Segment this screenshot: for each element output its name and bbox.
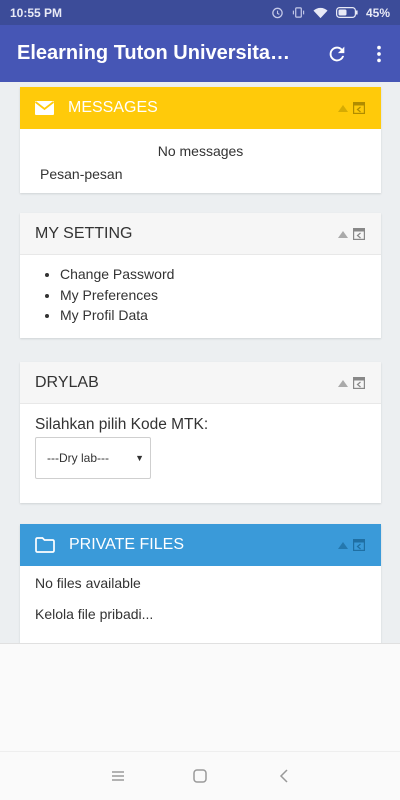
kode-mtk-prompt: Silahkan pilih Kode MTK: xyxy=(35,416,209,433)
my-preferences-link[interactable]: My Preferences xyxy=(60,285,381,306)
overflow-menu-button[interactable] xyxy=(358,25,400,82)
app-title: Elearning Tuton Universitas T... xyxy=(17,42,300,64)
system-navigation-bar xyxy=(0,751,400,800)
collapse-toggle-icon[interactable] xyxy=(338,104,348,112)
battery-percentage: 45% xyxy=(365,5,390,20)
dropdown-arrow-icon: ▼ xyxy=(135,453,144,463)
block-controls xyxy=(338,362,365,404)
app-actions xyxy=(316,25,400,82)
menu-lines-icon xyxy=(112,771,124,781)
collapse-toggle-icon[interactable] xyxy=(338,379,348,387)
manage-private-files-link[interactable]: Kelola file pribadi... xyxy=(35,591,366,622)
drylab-block-body: Silahkan pilih Kode MTK: ---Dry lab--- ▼ xyxy=(20,404,381,479)
my-setting-links: Change Password My Preferences My Profil… xyxy=(20,255,381,333)
folder-icon xyxy=(35,537,55,553)
dock-block-icon[interactable] xyxy=(353,377,365,389)
home-button[interactable] xyxy=(188,764,212,788)
messages-block-body: No messages Pesan-pesan xyxy=(20,129,381,182)
drylab-block: DRYLAB Silahkan pilih Kode MTK: ---Dry l… xyxy=(20,362,381,503)
status-icons: 45% xyxy=(271,6,390,20)
dock-block-icon[interactable] xyxy=(353,228,365,240)
messages-link[interactable]: Pesan-pesan xyxy=(35,159,366,182)
back-button[interactable] xyxy=(272,764,296,788)
drylab-block-title: DRYLAB xyxy=(35,373,99,391)
private-files-block-body: No files available Kelola file pribadi..… xyxy=(20,566,381,622)
kode-mtk-select-value: ---Dry lab--- xyxy=(47,451,109,465)
wifi-icon xyxy=(313,7,328,19)
collapse-toggle-icon[interactable] xyxy=(338,541,348,549)
no-messages-text: No messages xyxy=(157,143,244,159)
blank-area xyxy=(0,643,400,751)
block-controls xyxy=(338,87,365,129)
messages-block: MESSAGES No messages Pesan-pesan xyxy=(20,87,381,193)
messages-block-header: MESSAGES xyxy=(20,87,381,129)
block-controls xyxy=(338,213,365,255)
status-bar: 10:55 PM 45% xyxy=(0,0,400,25)
alarm-icon xyxy=(271,6,284,19)
home-square-icon xyxy=(193,769,207,783)
collapse-toggle-icon[interactable] xyxy=(338,230,348,238)
vibrate-icon xyxy=(292,6,305,19)
my-setting-block: MY SETTING Change Password My Preference… xyxy=(20,213,381,338)
messages-block-title: MESSAGES xyxy=(68,99,158,116)
drylab-block-header: DRYLAB xyxy=(20,362,381,404)
battery-icon xyxy=(335,7,358,18)
recents-button[interactable] xyxy=(106,764,130,788)
status-time: 10:55 PM xyxy=(10,5,63,20)
private-files-block-header: PRIVATE FILES xyxy=(20,524,381,566)
private-files-block: PRIVATE FILES No files available Kelola … xyxy=(20,524,381,643)
refresh-button[interactable] xyxy=(316,25,358,82)
block-controls xyxy=(338,524,365,566)
dashboard-content[interactable]: MESSAGES No messages Pesan-pesan MY SETT… xyxy=(0,82,400,643)
back-chevron-icon xyxy=(279,769,288,783)
no-files-text: No files available xyxy=(35,575,141,591)
my-setting-block-title: MY SETTING xyxy=(35,224,133,242)
refresh-icon xyxy=(329,46,345,61)
my-setting-block-header: MY SETTING xyxy=(20,213,381,255)
my-profil-data-link[interactable]: My Profil Data xyxy=(60,305,381,326)
app-bar: Elearning Tuton Universitas T... xyxy=(0,25,400,82)
change-password-link[interactable]: Change Password xyxy=(60,264,381,285)
private-files-block-title: PRIVATE FILES xyxy=(69,536,184,553)
kode-mtk-select[interactable]: ---Dry lab--- ▼ xyxy=(35,437,151,479)
more-vert-icon xyxy=(377,45,381,62)
dock-block-icon[interactable] xyxy=(353,102,365,114)
envelope-icon xyxy=(35,101,54,115)
dock-block-icon[interactable] xyxy=(353,539,365,551)
